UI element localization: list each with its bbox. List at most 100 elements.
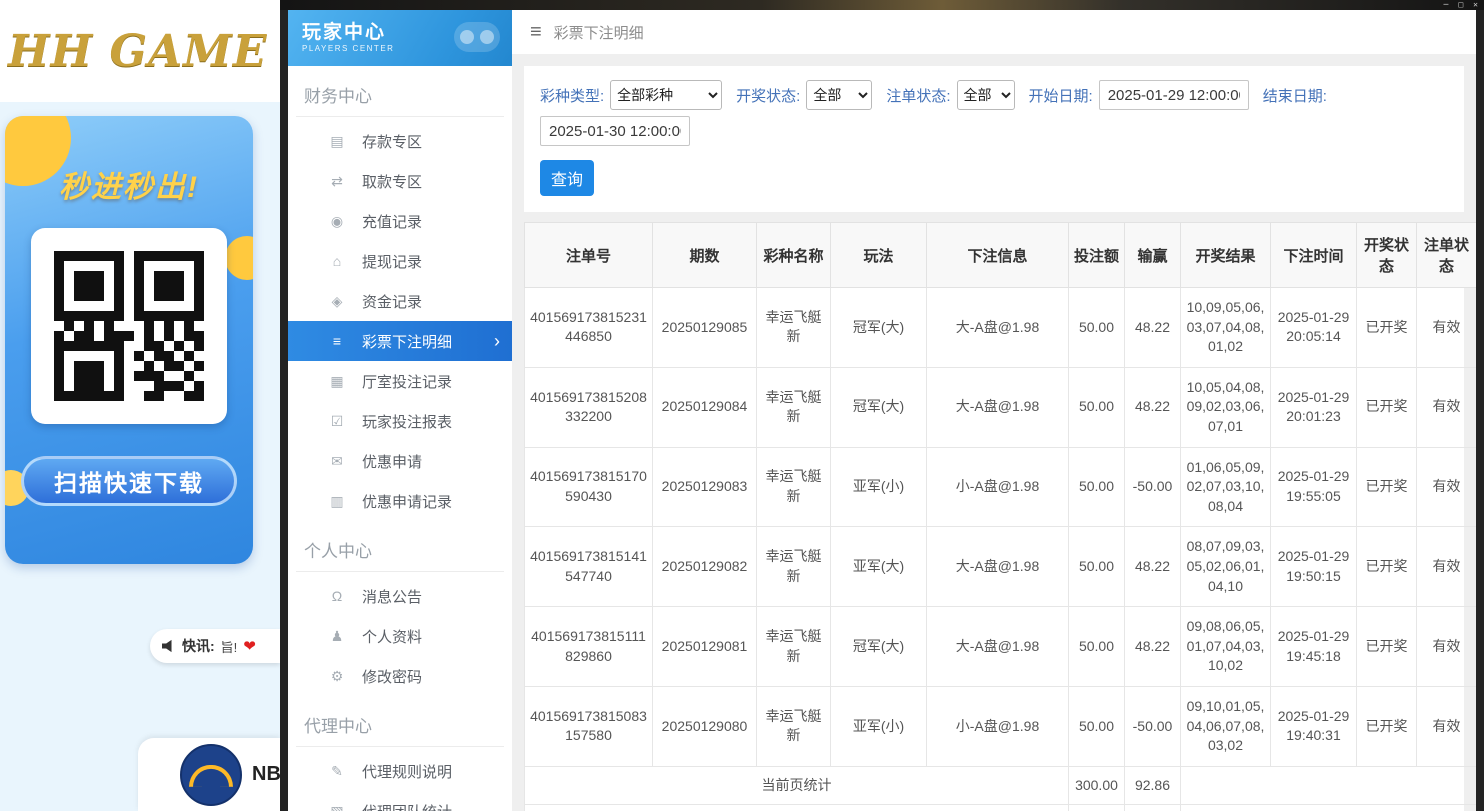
- sidebar-item-label: 彩票下注明细: [362, 331, 452, 352]
- qr-code: [54, 251, 204, 401]
- table-cell: 2025-01-29 19:50:15: [1271, 527, 1357, 607]
- sidebar-item-hall-bet-records[interactable]: ▦厅室投注记录: [288, 361, 512, 401]
- minimize-icon[interactable]: [1444, 1, 1449, 9]
- table-cell: 2025-01-29 19:40:31: [1271, 686, 1357, 766]
- sidebar-item-agent-team-stats[interactable]: ▧代理团队统计: [288, 791, 512, 811]
- filter-row: 彩种类型: 全部彩种 开奖状态: 全部 注单状态: 全部 开始日期:: [540, 80, 1448, 146]
- promo-apply-icon: ✉: [328, 453, 346, 470]
- bet-table: 注单号期数彩种名称玩法下注信息投注额输赢开奖结果下注时间开奖状态注单状态 401…: [524, 222, 1476, 811]
- menu-section-heading: 个人中心: [296, 527, 504, 572]
- bet-status-select[interactable]: 全部: [957, 80, 1015, 110]
- summary-row: 当前页统计300.0092.86: [525, 766, 1477, 805]
- table-cell: 有效: [1417, 686, 1477, 766]
- summary-winloss-total: 92.86: [1125, 805, 1181, 811]
- table-cell: 20250129085: [653, 288, 757, 368]
- nba-team-logo-icon: [180, 744, 242, 806]
- table-cell: 20250129080: [653, 686, 757, 766]
- table-cell: 有效: [1417, 447, 1477, 527]
- sidebar-item-label: 代理规则说明: [362, 761, 452, 782]
- table-cell: 20250129081: [653, 607, 757, 687]
- sidebar-item-label: 取款专区: [362, 171, 422, 192]
- table-cell: 20250129083: [653, 447, 757, 527]
- column-header: 注单状态: [1417, 223, 1477, 288]
- table-cell: 有效: [1417, 607, 1477, 687]
- sidebar-item-promo-apply[interactable]: ✉优惠申请: [288, 441, 512, 481]
- column-header: 开奖结果: [1181, 223, 1271, 288]
- close-icon[interactable]: [1473, 1, 1478, 9]
- hamburger-icon[interactable]: [530, 22, 542, 42]
- draw-status-label: 开奖状态:: [736, 85, 800, 106]
- window-titlebar: [280, 0, 1484, 10]
- sidebar-item-withdraw-zone[interactable]: ⇄ 取款专区: [288, 161, 512, 201]
- table-cell: 幸运飞艇新: [757, 607, 831, 687]
- table-cell: 20250129084: [653, 367, 757, 447]
- table-cell: 09,08,06,05,01,07,04,03,10,02: [1181, 607, 1271, 687]
- query-button[interactable]: 查询: [540, 160, 594, 196]
- sidebar-item-profile[interactable]: ♟ 个人资料: [288, 616, 512, 656]
- table-cell: 幸运飞艇新: [757, 447, 831, 527]
- sidebar-item-label: 消息公告: [362, 586, 422, 607]
- background-page: HH GAME 秒进秒出! 扫描快速下载 快讯: 旨! ❤ NB: [0, 0, 280, 811]
- maximize-icon[interactable]: [1458, 1, 1463, 9]
- window-body: 玩家中心 PLAYERS CENTER 财务中心▤存款专区⇄取款专区◉充值记录⌂…: [288, 10, 1476, 811]
- start-date-input[interactable]: [1099, 80, 1249, 110]
- withdraw-icon: ⇄: [328, 173, 346, 190]
- download-button[interactable]: 扫描快速下载: [21, 456, 237, 506]
- table-cell: 大-A盘@1.98: [927, 367, 1069, 447]
- end-date-input[interactable]: [540, 116, 690, 146]
- sidebar-item-deposit-zone[interactable]: ▤存款专区: [288, 121, 512, 161]
- table-cell: 已开奖: [1357, 447, 1417, 527]
- table-cell: 2025-01-29 19:45:18: [1271, 607, 1357, 687]
- table-cell: 50.00: [1069, 288, 1125, 368]
- table-row: 40156917381523144685020250129085幸运飞艇新冠军(…: [525, 288, 1477, 368]
- table-cell: 09,10,01,05,04,06,07,08,03,02: [1181, 686, 1271, 766]
- sidebar-item-cashout-records[interactable]: ⌂提现记录: [288, 241, 512, 281]
- sidebar-item-funds-records[interactable]: ◈ 资金记录: [288, 281, 512, 321]
- sidebar-item-lottery-bet-details[interactable]: ≡ 彩票下注明细 ›: [288, 321, 512, 361]
- announcement-icon: Ω: [328, 588, 346, 604]
- column-header: 期数: [653, 223, 757, 288]
- lottery-type-select[interactable]: 全部彩种: [610, 80, 722, 110]
- table-cell: 401569173815083157580: [525, 686, 653, 766]
- sidebar-item-player-bet-report[interactable]: ☑玩家投注报表: [288, 401, 512, 441]
- table-cell: 48.22: [1125, 367, 1181, 447]
- draw-status-select[interactable]: 全部: [806, 80, 872, 110]
- table-row: 40156917381520833220020250129084幸运飞艇新冠军(…: [525, 367, 1477, 447]
- end-date-label: 结束日期:: [1263, 85, 1327, 106]
- sidebar-item-label: 个人资料: [362, 626, 422, 647]
- funds-icon: ◈: [328, 293, 346, 310]
- sidebar-item-announcements[interactable]: Ω 消息公告: [288, 576, 512, 616]
- table-cell: 幸运飞艇新: [757, 288, 831, 368]
- deposit-icon: ▤: [328, 133, 346, 150]
- column-header: 下注信息: [927, 223, 1069, 288]
- table-cell: 亚军(小): [831, 686, 927, 766]
- bet-detail-icon: ≡: [328, 333, 346, 349]
- summary-spacer: [1181, 805, 1477, 811]
- table-cell: 50.00: [1069, 527, 1125, 607]
- sidebar-item-label: 资金记录: [362, 291, 422, 312]
- qr-panel: [31, 228, 227, 424]
- sidebar-item-promo-apply-records[interactable]: ▥优惠申请记录: [288, 481, 512, 521]
- sidebar-item-change-password[interactable]: ⚙修改密码: [288, 656, 512, 696]
- table-cell: 已开奖: [1357, 367, 1417, 447]
- sidebar-item-label: 玩家投注报表: [362, 411, 452, 432]
- table-cell: 大-A盘@1.98: [927, 607, 1069, 687]
- table-cell: 有效: [1417, 527, 1477, 607]
- promo-headline: 秒进秒出!: [5, 162, 253, 206]
- chevron-right-icon: ›: [494, 332, 500, 350]
- table-cell: 有效: [1417, 288, 1477, 368]
- sidebar-item-label: 提现记录: [362, 251, 422, 272]
- profile-icon: ♟: [328, 628, 346, 645]
- table-cell: 冠军(大): [831, 288, 927, 368]
- table-cell: 已开奖: [1357, 527, 1417, 607]
- table-cell: 401569173815170590430: [525, 447, 653, 527]
- site-logo-text: HH GAME: [8, 26, 267, 77]
- sidebar-item-recharge-records[interactable]: ◉充值记录: [288, 201, 512, 241]
- recharge-icon: ◉: [328, 213, 346, 230]
- table-cell: -50.00: [1125, 447, 1181, 527]
- sidebar-item-agent-rules[interactable]: ✎代理规则说明: [288, 751, 512, 791]
- table-cell: 50.00: [1069, 686, 1125, 766]
- main-content: 彩票下注明细 彩种类型: 全部彩种 开奖状态: 全部 注单状态:: [512, 10, 1476, 811]
- ticker-text: 旨!: [221, 637, 238, 656]
- main-topbar: 彩票下注明细: [512, 10, 1476, 54]
